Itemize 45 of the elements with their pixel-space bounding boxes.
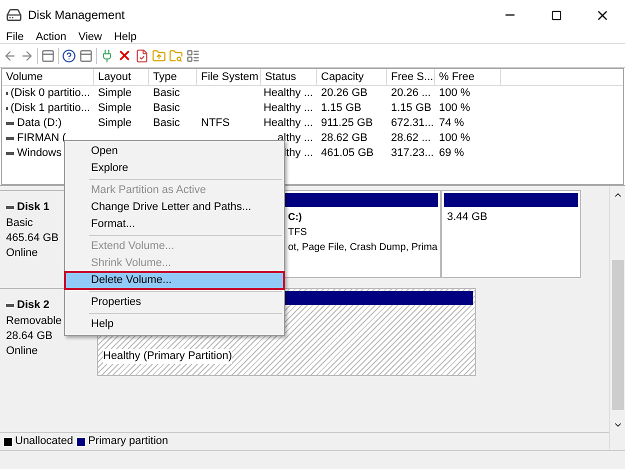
table-cell: Healthy ... bbox=[263, 86, 313, 101]
table-cell: Simple bbox=[98, 86, 132, 101]
table-cell: (Disk 0 partitio... bbox=[10, 86, 90, 101]
table-cell: Simple bbox=[98, 101, 132, 116]
table-cell: Basic bbox=[153, 101, 180, 116]
table-cell: 100 % bbox=[439, 86, 470, 101]
table-cell: 911.25 GB bbox=[321, 116, 373, 131]
partition-text: ot, Page File, Crash Dump, Prima bbox=[288, 241, 438, 255]
legend-label: Unallocated bbox=[15, 434, 74, 450]
partition-text: Healthy (Primary Partition) bbox=[103, 349, 232, 364]
table-cell: 1.15 GB bbox=[321, 101, 362, 116]
table-cell: 28.62 GB bbox=[321, 131, 368, 146]
table-cell: Healthy ... bbox=[263, 101, 313, 116]
table-cell: 69 % bbox=[439, 146, 464, 161]
table-cell: 672.31... bbox=[391, 116, 434, 131]
partition-text: TFS bbox=[288, 226, 308, 240]
table-cell: Windows bbox=[17, 146, 62, 161]
table-cell: Basic bbox=[153, 86, 180, 101]
disk-detail: Basic bbox=[6, 216, 34, 230]
disk-name: Disk 2 bbox=[17, 298, 50, 313]
table-cell: Healthy ... bbox=[263, 116, 313, 131]
disk-detail: Online bbox=[6, 246, 39, 260]
table-cell: 20.26 ... bbox=[391, 86, 431, 101]
table-cell: (Disk 1 partitio... bbox=[10, 101, 90, 116]
table-cell: Data (D:) bbox=[17, 116, 62, 131]
table-cell: Basic bbox=[153, 116, 180, 131]
window-title: Disk Management bbox=[28, 7, 125, 24]
disk-detail: 465.64 GB bbox=[6, 230, 60, 246]
disk-detail: Removable bbox=[6, 314, 63, 328]
disk-name: Disk 1 bbox=[17, 200, 50, 215]
table-cell: Simple bbox=[98, 116, 132, 131]
table-cell: 74 % bbox=[439, 116, 464, 131]
partition-text: C:) bbox=[288, 211, 303, 225]
table-cell: NTFS bbox=[201, 116, 230, 131]
table-cell: 317.23... bbox=[391, 146, 434, 161]
table-cell: 100 % bbox=[439, 101, 470, 116]
table-cell: 461.05 GB bbox=[321, 146, 374, 161]
disk-detail: Online bbox=[6, 344, 39, 358]
disk-detail: 28.64 GB bbox=[6, 328, 54, 344]
table-cell: 28.62 ... bbox=[391, 131, 431, 146]
table-cell: 100 % bbox=[439, 131, 470, 146]
partition-text: 3.44 GB bbox=[447, 210, 488, 225]
table-cell: 1.15 GB bbox=[391, 101, 432, 116]
legend-label: Primary partition bbox=[88, 434, 168, 450]
table-cell: 20.26 GB bbox=[321, 86, 368, 101]
